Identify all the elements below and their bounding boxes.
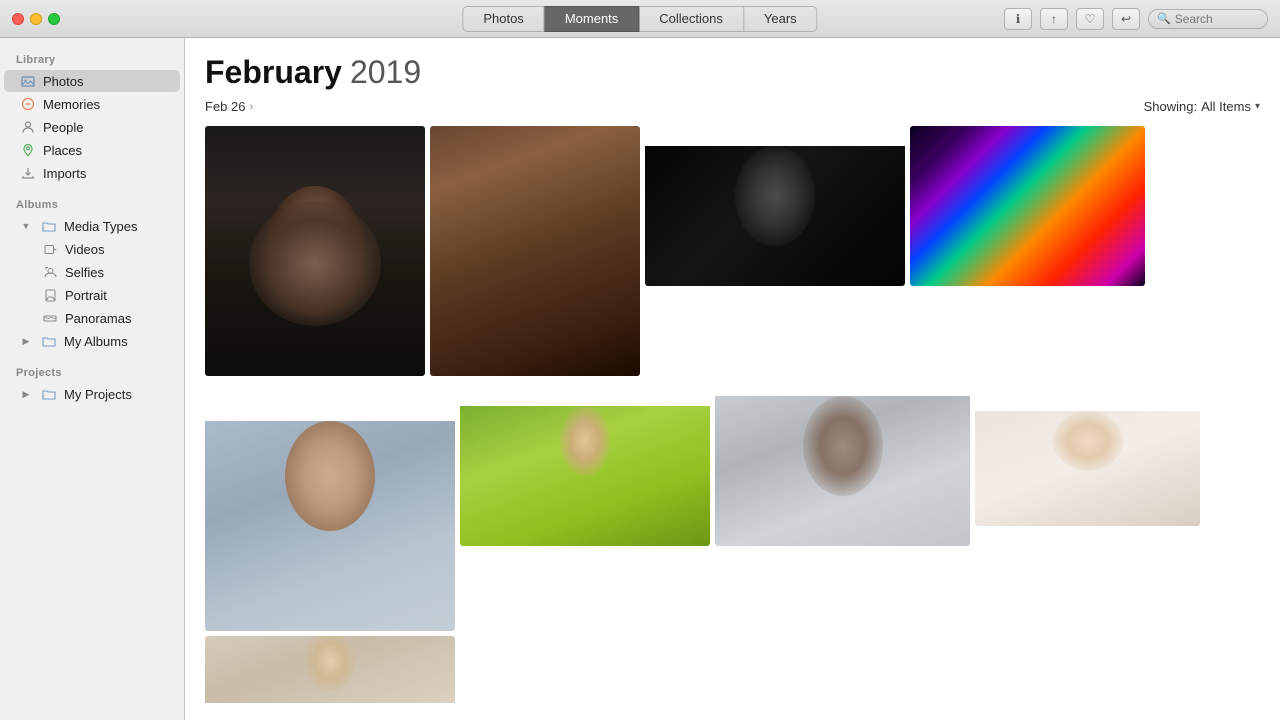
panoramas-icon [42, 310, 58, 326]
selfies-icon [42, 264, 58, 280]
date-chevron-icon: › [249, 101, 253, 113]
tab-collections[interactable]: Collections [639, 6, 744, 32]
sidebar-item-portrait-label: Portrait [65, 288, 107, 303]
sidebar: Library Photos Memories [0, 38, 185, 720]
titlebar: Photos Moments Collections Years ℹ ↑ ♡ ↩… [0, 0, 1280, 38]
sidebar-item-videos-label: Videos [65, 242, 105, 257]
tab-photos[interactable]: Photos [462, 6, 544, 32]
sidebar-item-portrait[interactable]: Portrait [4, 284, 180, 306]
projects-section-label: Projects [0, 361, 184, 382]
photo-man-wind[interactable] [715, 381, 970, 546]
folder-icon [41, 218, 57, 234]
sidebar-item-my-albums[interactable]: ▶ My Albums [4, 330, 180, 352]
minimize-button[interactable] [30, 13, 42, 25]
share-button[interactable]: ↑ [1040, 8, 1068, 30]
rotate-button[interactable]: ↩ [1112, 8, 1140, 30]
content-area: February 2019 Feb 26 › Showing: All Item… [185, 38, 1280, 720]
my-projects-chevron-icon: ▶ [20, 388, 32, 400]
sidebar-item-photos[interactable]: Photos [4, 70, 180, 92]
sidebar-item-people-label: People [43, 120, 83, 135]
title-year: 2019 [350, 54, 421, 91]
info-button[interactable]: ℹ [1004, 8, 1032, 30]
photo-dark-man[interactable] [645, 126, 905, 286]
sidebar-item-places-label: Places [43, 143, 82, 158]
imports-icon [20, 165, 36, 181]
sidebar-item-media-types-label: Media Types [64, 219, 137, 234]
showing-dropdown[interactable]: Showing: All Items ▾ [1144, 99, 1260, 114]
showing-text: Showing: [1144, 99, 1197, 114]
sidebar-item-videos[interactable]: Videos [4, 238, 180, 260]
photo-baby[interactable] [975, 381, 1200, 526]
date-row: Feb 26 › Showing: All Items ▾ [205, 99, 1260, 114]
heart-button[interactable]: ♡ [1076, 8, 1104, 30]
search-icon: 🔍 [1157, 12, 1171, 25]
sidebar-item-my-albums-label: My Albums [64, 334, 128, 349]
sidebar-item-memories-label: Memories [43, 97, 100, 112]
search-box[interactable]: 🔍 [1148, 9, 1268, 29]
my-albums-folder-icon [41, 333, 57, 349]
sidebar-item-panoramas-label: Panoramas [65, 311, 131, 326]
photo-man-beard[interactable] [205, 126, 425, 376]
main-layout: Library Photos Memories [0, 38, 1280, 720]
rotate-icon: ↩ [1121, 12, 1131, 26]
sidebar-item-photos-label: Photos [43, 74, 83, 89]
chevron-down-icon: ▼ [20, 220, 32, 232]
tab-years[interactable]: Years [744, 6, 818, 32]
photos-icon [20, 73, 36, 89]
sidebar-item-selfies-label: Selfies [65, 265, 104, 280]
sidebar-item-people[interactable]: People [4, 116, 180, 138]
search-input[interactable] [1175, 12, 1265, 26]
library-section-label: Library [0, 48, 184, 69]
sidebar-item-imports[interactable]: Imports [4, 162, 180, 184]
photo-colorful-face[interactable] [910, 126, 1145, 286]
showing-dropdown-arrow: ▾ [1255, 101, 1260, 112]
albums-section-label: Albums [0, 193, 184, 214]
date-label: Feb 26 [205, 99, 245, 114]
close-button[interactable] [12, 13, 24, 25]
sidebar-item-media-types[interactable]: ▼ Media Types [4, 215, 180, 237]
photo-row-1 [205, 126, 1260, 376]
titlebar-right: ℹ ↑ ♡ ↩ 🔍 [1004, 8, 1268, 30]
portrait-icon [42, 287, 58, 303]
title-month: February [205, 54, 342, 91]
photo-row-2 [205, 381, 1260, 631]
showing-value: All Items [1201, 99, 1251, 114]
photo-child-green[interactable] [460, 381, 710, 546]
traffic-lights [0, 13, 60, 25]
tab-moments[interactable]: Moments [545, 6, 639, 32]
photo-girl-freckles[interactable] [205, 381, 455, 631]
maximize-button[interactable] [48, 13, 60, 25]
videos-icon [42, 241, 58, 257]
sidebar-item-memories[interactable]: Memories [4, 93, 180, 115]
date-link[interactable]: Feb 26 › [205, 99, 253, 114]
info-icon: ℹ [1016, 12, 1021, 26]
content-header: February 2019 [205, 54, 1260, 91]
sidebar-item-panoramas[interactable]: Panoramas [4, 307, 180, 329]
sidebar-item-selfies[interactable]: Selfies [4, 261, 180, 283]
sidebar-item-places[interactable]: Places [4, 139, 180, 161]
sidebar-item-my-projects[interactable]: ▶ My Projects [4, 383, 180, 405]
tab-bar: Photos Moments Collections Years [462, 6, 817, 32]
memories-icon [20, 96, 36, 112]
heart-icon: ♡ [1085, 12, 1096, 26]
sidebar-item-my-projects-label: My Projects [64, 387, 132, 402]
chevron-right-icon: ▶ [20, 335, 32, 347]
photo-row-3 [205, 636, 1260, 708]
people-icon [20, 119, 36, 135]
photo-woman-makeup[interactable] [430, 126, 640, 376]
photo-child-profile[interactable] [205, 636, 455, 708]
sidebar-item-imports-label: Imports [43, 166, 86, 181]
my-projects-folder-icon [41, 386, 57, 402]
places-icon [20, 142, 36, 158]
share-icon: ↑ [1051, 12, 1057, 26]
